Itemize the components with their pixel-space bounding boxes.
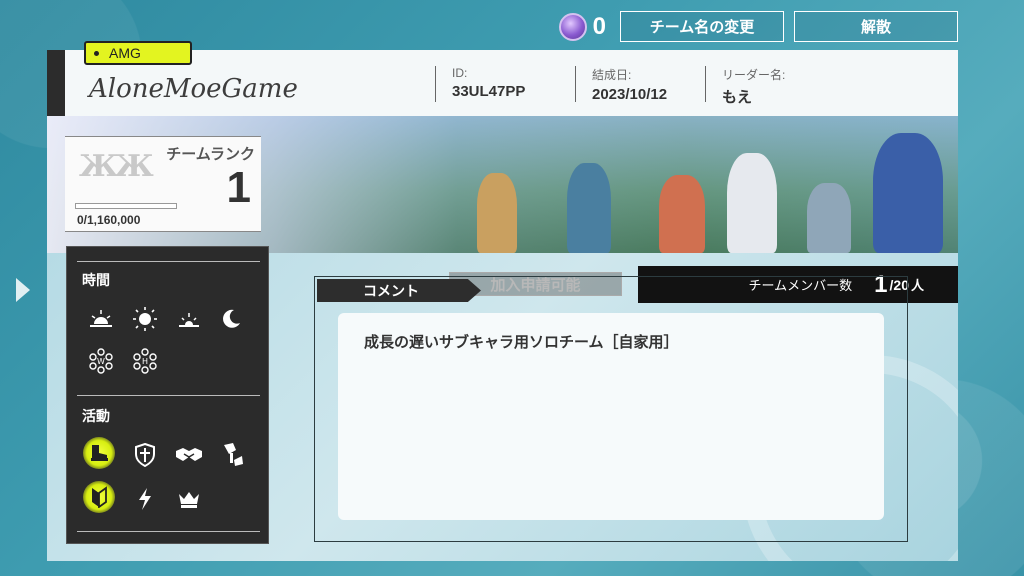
crown-icon (173, 483, 205, 515)
moon-icon (215, 303, 247, 335)
left-arrow-icon[interactable] (16, 278, 30, 302)
divider (77, 395, 260, 396)
team-style-panel: 時間 W H 活動 (66, 246, 269, 544)
beginner-mark-icon (83, 481, 115, 513)
member-unit: 人 (910, 279, 924, 294)
team-emblem-icon: ЖЖ (79, 149, 154, 184)
rank-value: 1 (226, 163, 251, 212)
sunset-icon (173, 303, 205, 335)
rank-points: 0/1,160,000 (77, 213, 141, 227)
team-tag-label: AMG (109, 45, 141, 61)
harvest-icon (217, 439, 249, 471)
comment-section: コメント 成長の遅いサブキャラ用ソロチーム［自家用］ (314, 276, 908, 542)
leader-value: もえ (722, 89, 753, 106)
character-figure (477, 173, 517, 253)
character-figure (567, 163, 611, 253)
rank-progress-bar (75, 203, 177, 209)
character-figure (727, 153, 777, 253)
comment-box: 成長の遅いサブキャラ用ソロチーム［自家用］ (338, 313, 884, 520)
rename-team-button[interactable]: チーム名の変更 (620, 11, 784, 42)
team-id-value: 33UL47PP (452, 83, 526, 100)
comment-title: コメント (317, 279, 481, 302)
tag-dot-icon (94, 50, 99, 56)
team-leader: リーダー名: もえ (705, 66, 786, 106)
sun-icon (129, 303, 161, 335)
header-stripe (47, 50, 65, 116)
rank-label: チームランク (166, 145, 255, 163)
team-tag: AMG (84, 41, 192, 65)
team-id-label: ID: (452, 66, 468, 80)
team-founded: 結成日: 2023/10/12 (575, 66, 668, 103)
team-name: AloneMoeGame (89, 74, 298, 104)
character-figure (873, 133, 943, 253)
activity-title: 活動 (82, 409, 110, 425)
founded-label: 結成日: (592, 68, 632, 82)
team-banner: ЖЖ チームランク 1 0/1,160,000 加入申請可能 チームメンバー数 … (47, 116, 958, 303)
shield-icon (129, 439, 161, 471)
svg-text:H: H (142, 357, 148, 366)
boot-icon (83, 437, 115, 469)
leader-label: リーダー名: (722, 68, 786, 82)
divider (77, 261, 260, 262)
handshake-icon (173, 439, 205, 471)
weekday-icon: W (85, 345, 117, 377)
holiday-icon: H (129, 345, 161, 377)
disband-button[interactable]: 解散 (794, 11, 958, 42)
comment-text: 成長の遅いサブキャラ用ソロチーム［自家用］ (364, 333, 679, 351)
sunrise-icon (85, 303, 117, 335)
crystal-icon (558, 12, 587, 41)
crystal-counter: 0 (558, 12, 606, 41)
time-title: 時間 (82, 273, 110, 289)
divider (77, 531, 260, 532)
character-figure (659, 175, 705, 253)
lightning-icon (129, 483, 161, 515)
top-bar: 0 チーム名の変更 解散 (558, 11, 958, 42)
character-figure (807, 183, 851, 253)
svg-text:W: W (97, 357, 105, 366)
founded-value: 2023/10/12 (592, 86, 668, 103)
team-id: ID: 33UL47PP (435, 66, 525, 102)
crystal-count: 0 (592, 12, 606, 40)
rank-card: ЖЖ チームランク 1 0/1,160,000 (65, 136, 261, 232)
